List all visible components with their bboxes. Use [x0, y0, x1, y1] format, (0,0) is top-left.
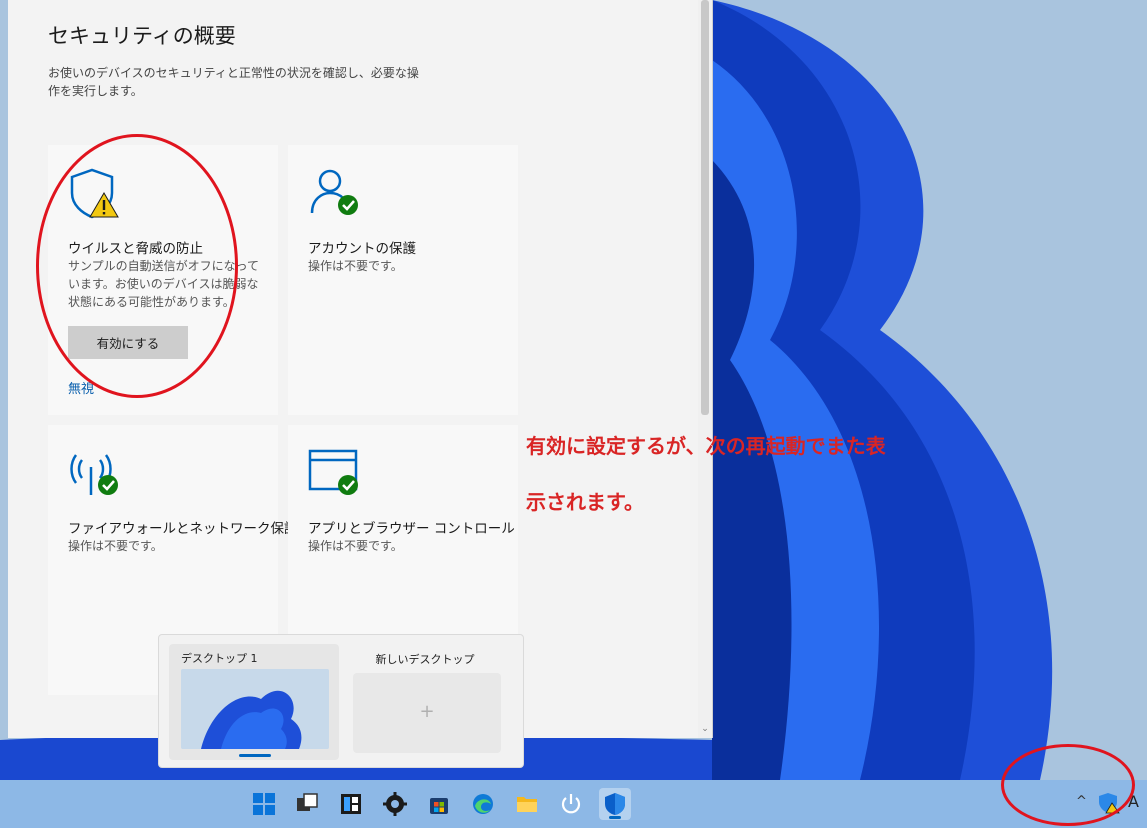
new-desktop-button[interactable]: +: [353, 673, 501, 753]
tile-status: 操作は不要です。: [68, 539, 163, 553]
windows-security-button[interactable]: [599, 788, 631, 820]
annotation-line: 有効に設定するが、次の再起動でまた表: [526, 434, 886, 458]
settings-icon: [383, 792, 407, 816]
running-app-indicator: [609, 816, 621, 819]
plus-icon: +: [419, 701, 435, 722]
tile-title: アプリとブラウザー コントロール: [308, 521, 515, 537]
page-description: お使いのデバイスのセキュリティと正常性の状況を確認し、必要な操作を実行します。: [48, 66, 419, 98]
annotation-note: 有効に設定するが、次の再起動でまた表 示されます。: [526, 418, 1026, 530]
power-icon: [561, 794, 581, 814]
desktop-1-thumbnail: [181, 669, 329, 749]
scroll-down-icon[interactable]: ⌄: [700, 724, 710, 734]
active-desktop-indicator: [239, 754, 271, 757]
power-button[interactable]: [555, 788, 587, 820]
task-view-icon: [297, 793, 318, 811]
edge-icon: [473, 794, 493, 814]
desktop-1-label: デスクトップ 1: [181, 652, 258, 665]
highlight-ring-virus-tile: [36, 134, 238, 398]
start-icon: [253, 793, 275, 815]
file-explorer-button[interactable]: [511, 788, 543, 820]
store-icon: [430, 798, 448, 814]
network-check-icon: [70, 454, 118, 495]
tile-status: 操作は不要です。: [308, 259, 403, 273]
task-view-flyout: デスクトップ 1 新しいデスクトップ +: [158, 634, 524, 768]
app-browser-check-icon: [308, 449, 358, 495]
scrollbar-thumb[interactable]: [701, 0, 709, 415]
widgets-icon: [341, 794, 361, 814]
start-button[interactable]: [248, 788, 280, 820]
tile-title: ファイアウォールとネットワーク保護: [68, 521, 298, 537]
defender-icon: [605, 793, 625, 815]
vertical-scrollbar[interactable]: ⌄: [698, 0, 712, 738]
tile-account-protection[interactable]: アカウントの保護 操作は不要です。: [288, 145, 518, 415]
highlight-ring-tray: [1001, 744, 1135, 826]
settings-button[interactable]: [379, 788, 411, 820]
desktop-1-tile[interactable]: デスクトップ 1: [169, 644, 339, 760]
account-check-icon: [310, 169, 358, 215]
edge-button[interactable]: [467, 788, 499, 820]
store-button[interactable]: [423, 788, 455, 820]
taskbar: ^ A: [0, 780, 1147, 828]
file-explorer-icon: [517, 797, 537, 812]
page-title: セキュリティの概要: [48, 24, 236, 48]
task-view-button[interactable]: [291, 788, 323, 820]
widgets-button[interactable]: [335, 788, 367, 820]
new-desktop-label: 新しいデスクトップ: [375, 653, 475, 666]
tile-status: 操作は不要です。: [308, 539, 403, 553]
annotation-line: 示されます。: [526, 490, 644, 514]
tile-title: アカウントの保護: [308, 241, 416, 257]
